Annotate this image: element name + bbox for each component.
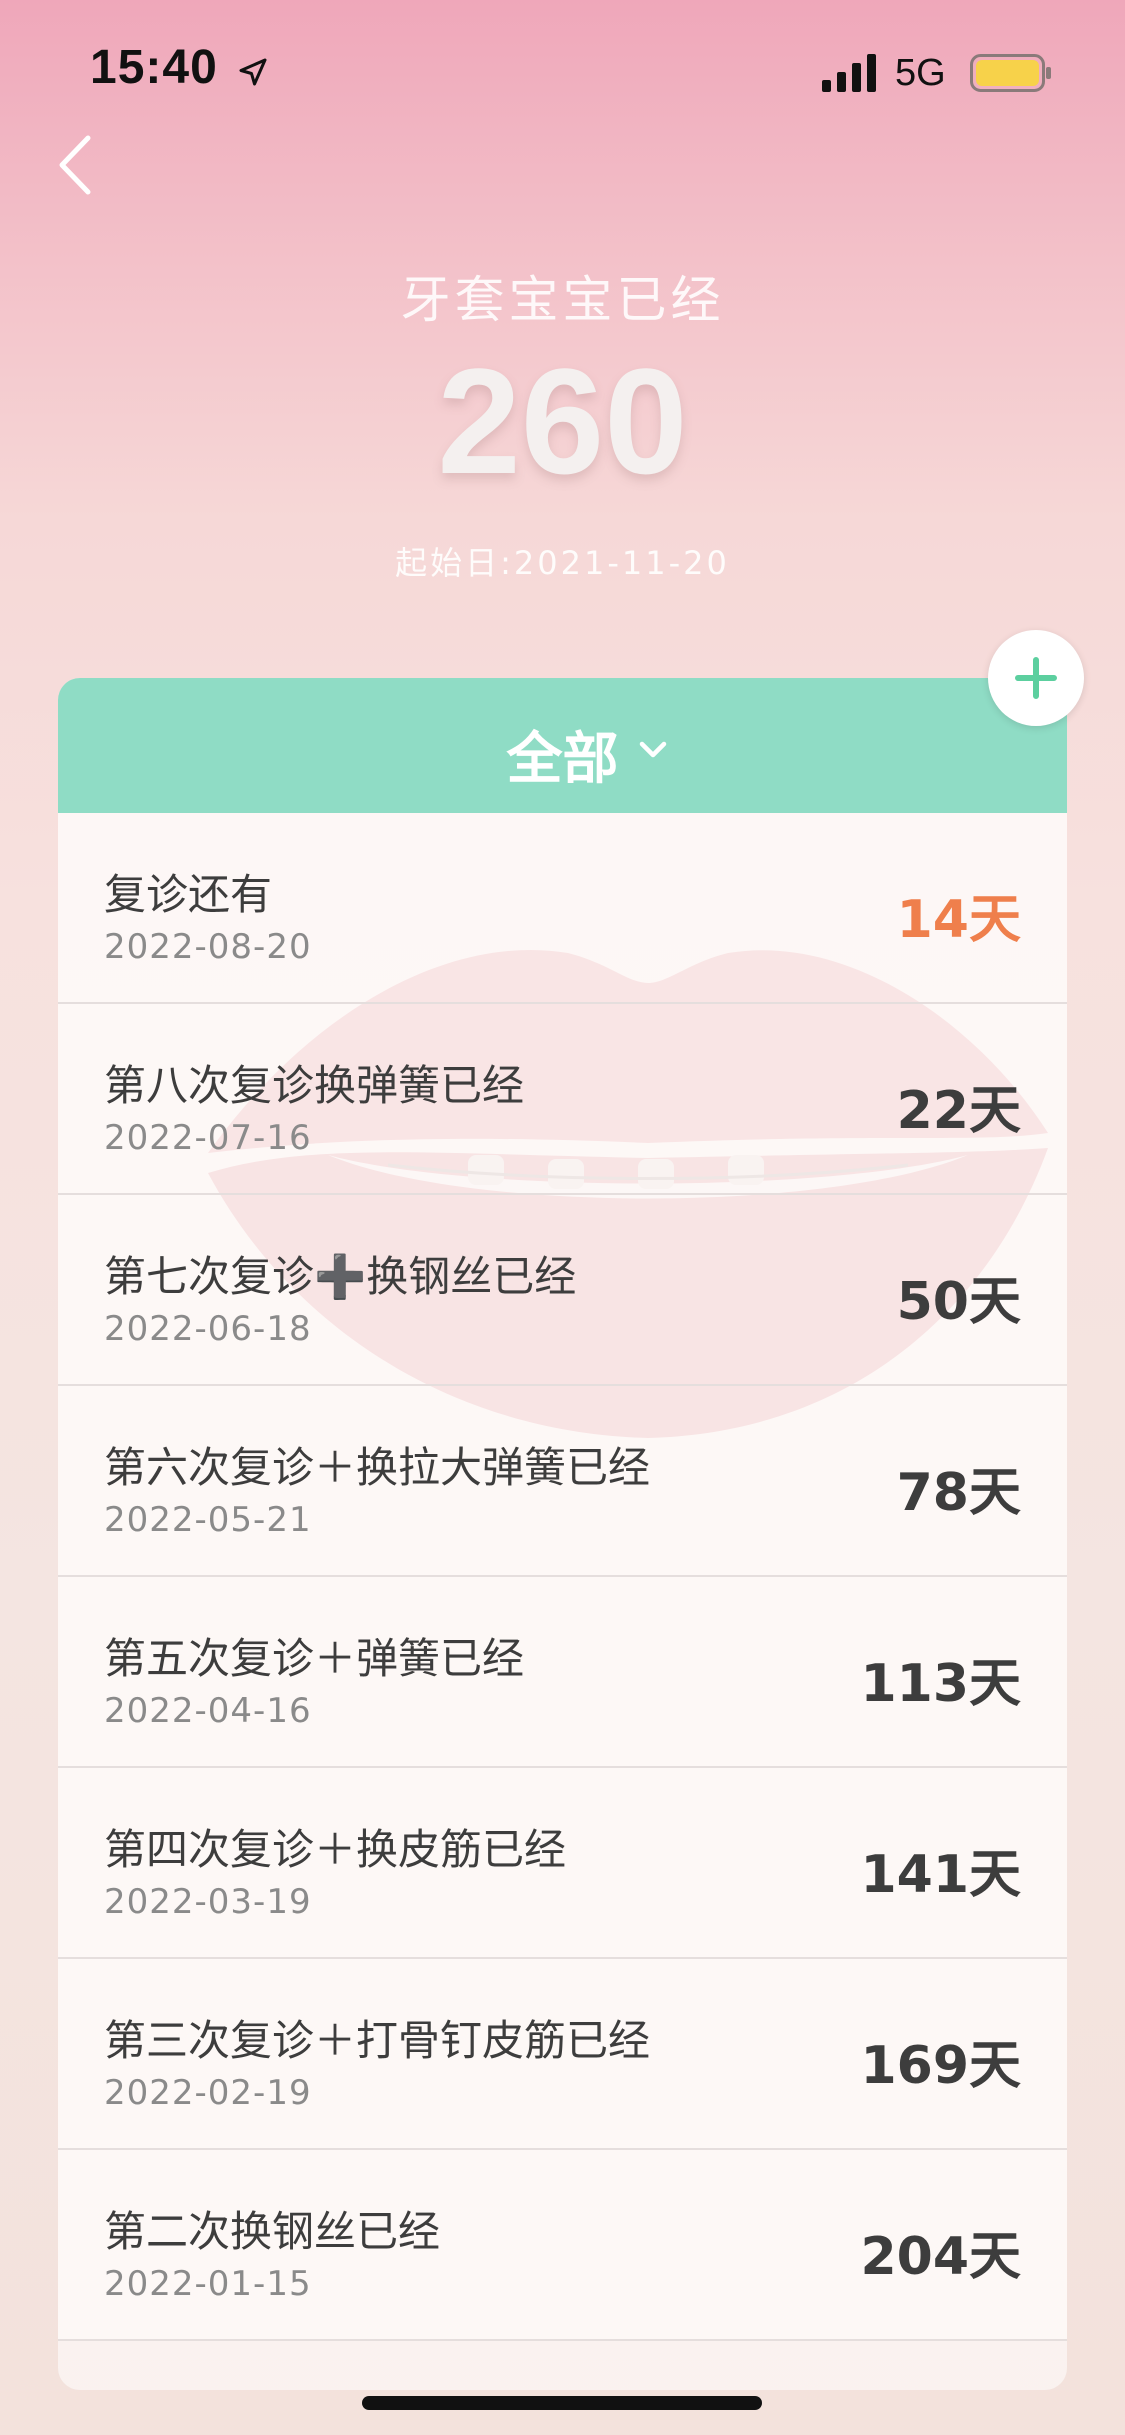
add-button[interactable] <box>988 630 1084 726</box>
item-days: 22天 <box>896 1081 1021 1141</box>
list-item[interactable]: 第二次换钢丝已经 2022-01-15 204天 <box>58 2150 1067 2341</box>
chevron-left-icon <box>59 135 91 195</box>
item-title: 第六次复诊＋换拉大弹簧已经 <box>104 1443 651 1492</box>
list-item[interactable]: 第八次复诊换弹簧已经 2022-07-16 22天 <box>58 1004 1067 1195</box>
days-count: 260 <box>437 337 688 505</box>
item-days: 141天 <box>860 1845 1021 1905</box>
item-date: 2022-06-18 <box>104 1309 312 1349</box>
filter-dropdown[interactable]: 全部 <box>58 678 1067 813</box>
list-item[interactable]: 第六次复诊＋换拉大弹簧已经 2022-05-21 78天 <box>58 1386 1067 1577</box>
status-bar: 15:40 5G <box>0 0 1125 140</box>
item-days: 204天 <box>860 2227 1021 2287</box>
item-title: 第五次复诊＋弹簧已经 <box>104 1634 525 1683</box>
item-title: 第八次复诊换弹簧已经 <box>104 1061 525 1110</box>
item-days: 113天 <box>860 1654 1021 1714</box>
item-date: 2022-07-16 <box>104 1118 312 1158</box>
item-title: 复诊还有 <box>104 870 273 919</box>
item-title: 第四次复诊＋换皮筋已经 <box>104 1825 567 1874</box>
item-title: 第七次复诊➕换钢丝已经 <box>104 1252 577 1301</box>
countdown-card: 全部 复诊还有 2022-08-20 14天 第八次复诊换弹簧已经 2022-0… <box>58 678 1067 2390</box>
battery-icon <box>970 54 1051 92</box>
item-date: 2022-08-20 <box>104 927 312 967</box>
filter-label: 全部 <box>506 727 619 792</box>
chevron-down-icon <box>639 741 667 758</box>
list-item[interactable]: 第三次复诊＋打骨钉皮筋已经 2022-02-19 169天 <box>58 1959 1067 2150</box>
plus-icon <box>1015 657 1057 699</box>
item-date: 2022-02-19 <box>104 2073 312 2113</box>
header-subtitle: 牙套宝宝已经 <box>400 271 725 329</box>
list-item[interactable]: 第五次复诊＋弹簧已经 2022-04-16 113天 <box>58 1577 1067 1768</box>
home-indicator[interactable] <box>362 2396 762 2410</box>
location-arrow-icon <box>239 58 267 86</box>
item-date: 2022-05-21 <box>104 1500 312 1540</box>
start-date: 起始日:2021-11-20 <box>395 544 730 582</box>
list-item[interactable]: 第四次复诊＋换皮筋已经 2022-03-19 141天 <box>58 1768 1067 1959</box>
event-list: 复诊还有 2022-08-20 14天 第八次复诊换弹簧已经 2022-07-1… <box>58 813 1067 2341</box>
item-title: 第二次换钢丝已经 <box>104 2207 441 2256</box>
network-label: 5G <box>895 52 946 94</box>
item-days: 78天 <box>896 1463 1021 1523</box>
item-date: 2022-04-16 <box>104 1691 312 1731</box>
item-days: 14天 <box>896 890 1021 950</box>
signal-bars-icon <box>822 54 876 92</box>
item-days: 50天 <box>896 1272 1021 1332</box>
item-title: 第三次复诊＋打骨钉皮筋已经 <box>104 2016 651 2065</box>
back-button[interactable] <box>52 130 112 200</box>
item-date: 2022-01-15 <box>104 2264 312 2304</box>
item-date: 2022-03-19 <box>104 1882 312 1922</box>
list-item[interactable]: 复诊还有 2022-08-20 14天 <box>58 813 1067 1004</box>
item-days: 169天 <box>860 2036 1021 2096</box>
list-item[interactable]: 第七次复诊➕换钢丝已经 2022-06-18 50天 <box>58 1195 1067 1386</box>
status-time: 15:40 <box>90 41 218 94</box>
